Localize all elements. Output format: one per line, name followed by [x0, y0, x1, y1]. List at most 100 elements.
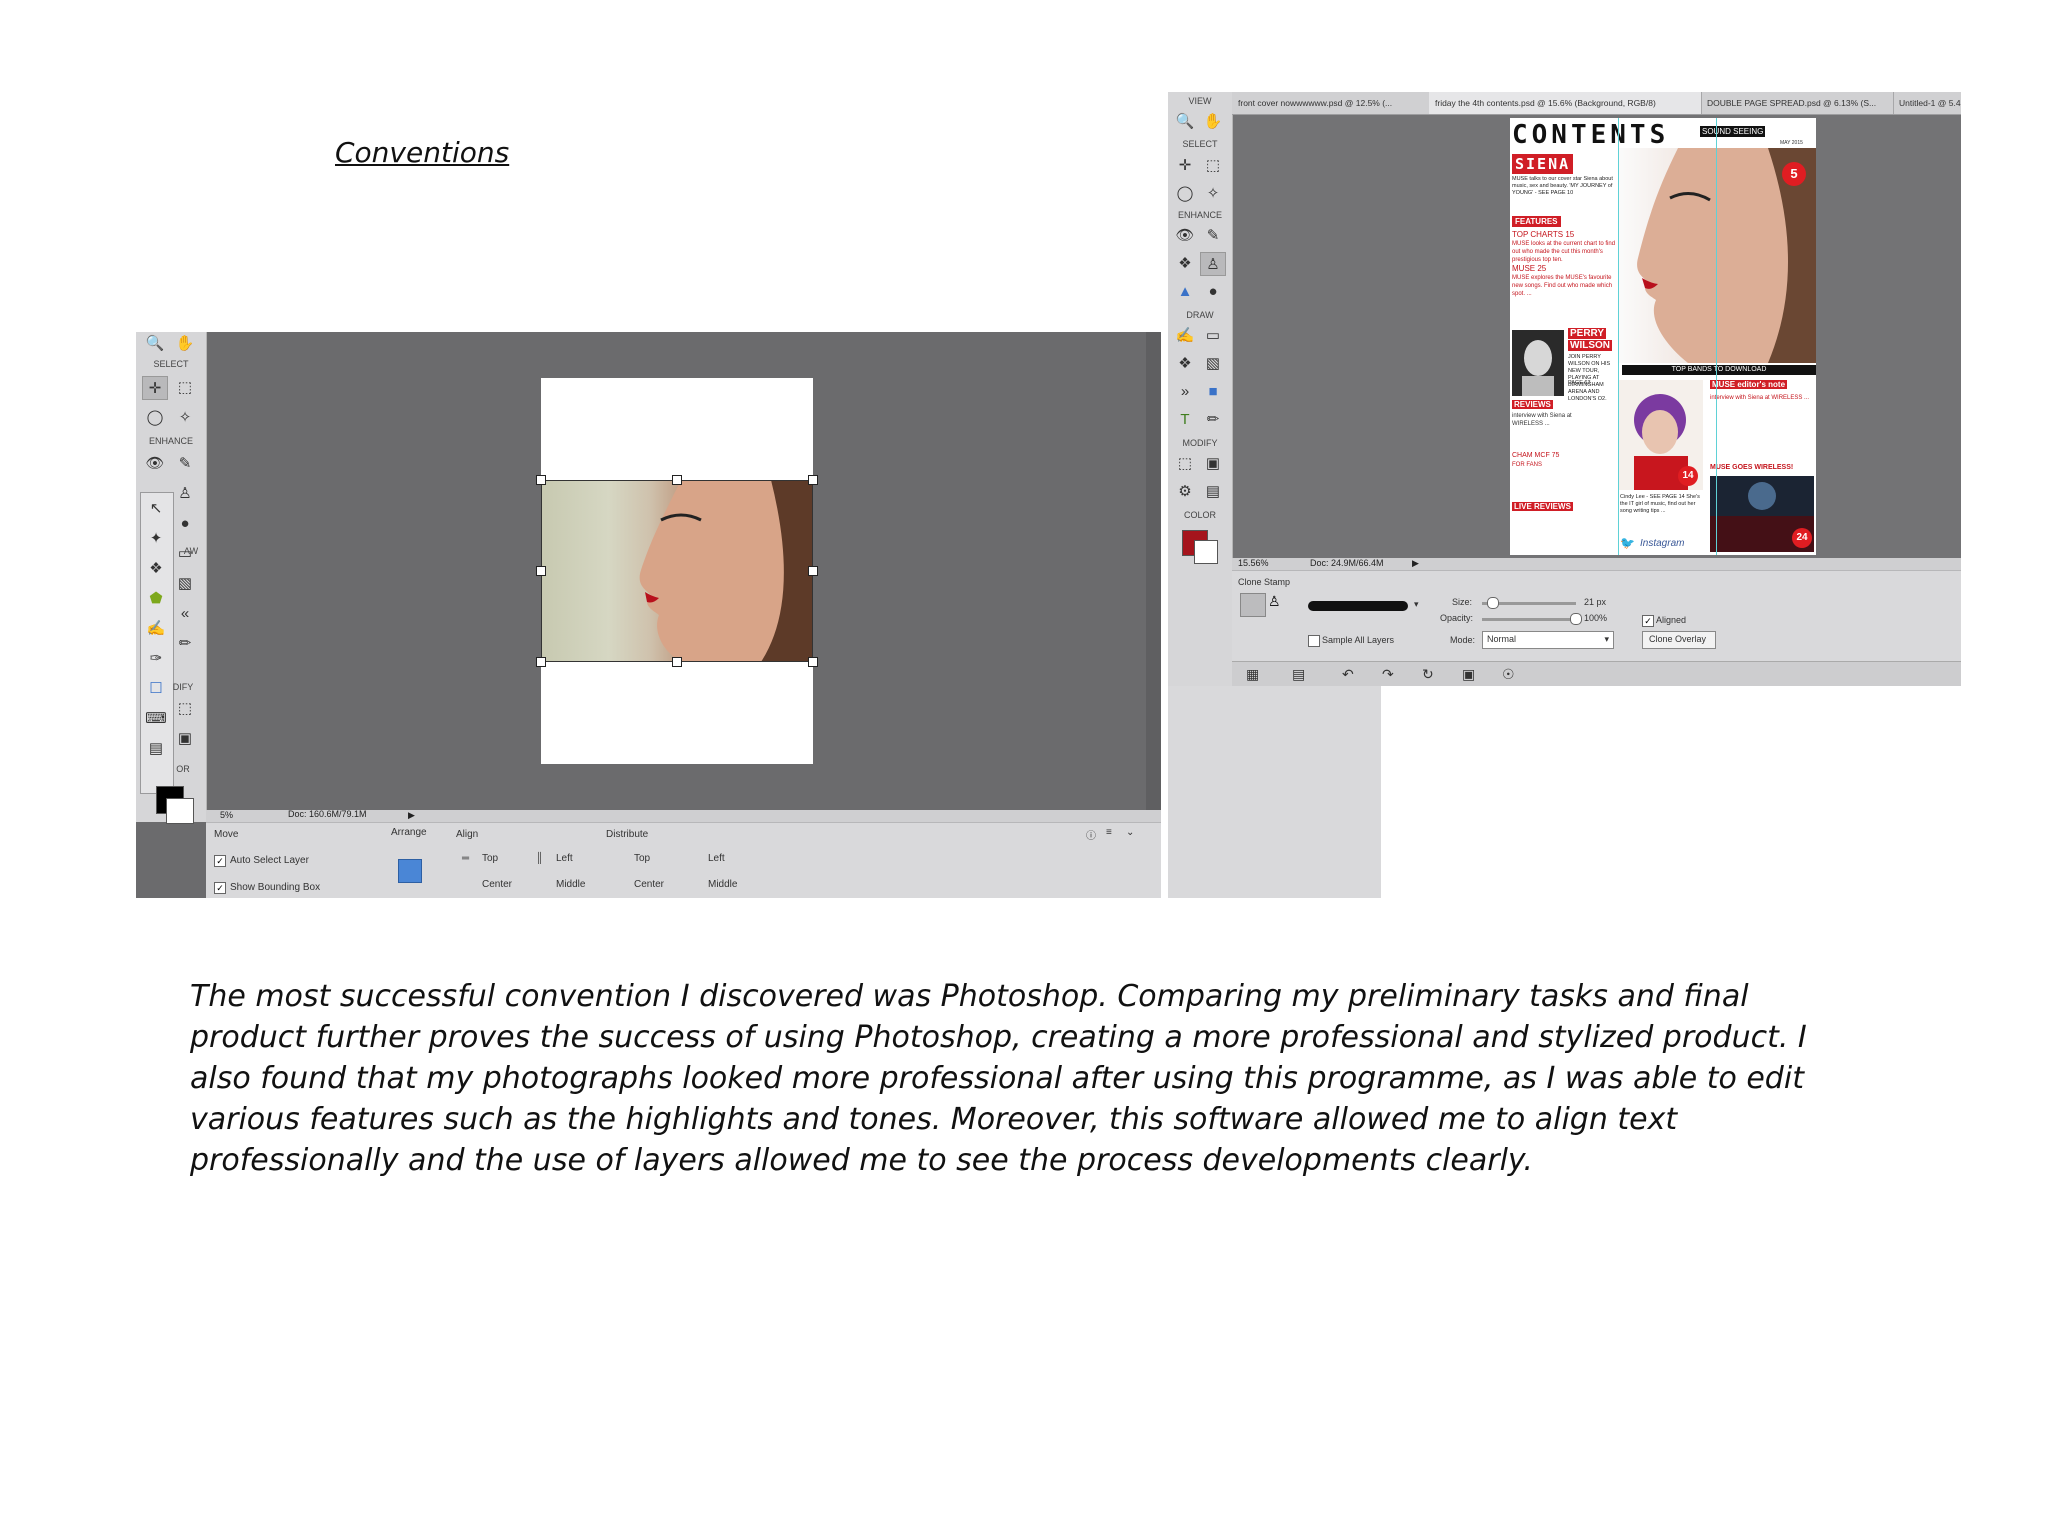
pencil-tool-icon[interactable]: ✏ [172, 632, 198, 656]
handle-top-left[interactable] [536, 475, 546, 485]
handle-middle-right[interactable] [808, 566, 818, 576]
gradient-tool-icon[interactable]: ▧ [1200, 352, 1226, 376]
clone-stamp-mode-icon[interactable] [1240, 593, 1266, 617]
pencil-tool-icon[interactable]: ✏ [1200, 408, 1226, 432]
panel-menu-icon[interactable]: ≡ [1106, 827, 1112, 838]
undo-icon[interactable]: ↶ [1342, 666, 1354, 683]
drop-tool-icon[interactable]: ▲ [1172, 280, 1198, 304]
dist-center-label[interactable]: Center [634, 879, 664, 890]
lasso-tool-icon[interactable]: ◯ [1172, 182, 1198, 206]
background-color-swatch[interactable] [1194, 540, 1218, 564]
marquee-tool-icon[interactable]: ⬚ [172, 376, 198, 400]
align-top-icon[interactable]: ═ [462, 853, 469, 864]
pattern-stamp-icon[interactable]: ♙ [1268, 593, 1281, 610]
sponge-tool-icon[interactable]: ● [172, 512, 198, 536]
arrow-select-icon[interactable]: ↖ [143, 497, 169, 521]
layout-icon[interactable]: ▣ [1462, 666, 1475, 683]
eraser-tool-icon[interactable]: ▭ [1200, 324, 1226, 348]
handle-top-center[interactable] [672, 475, 682, 485]
align-middle-label[interactable]: Middle [556, 879, 585, 890]
recompose-tool-icon[interactable]: ▣ [1200, 452, 1226, 476]
recompose-tool-icon[interactable]: ▣ [172, 727, 198, 751]
mode-select[interactable]: Normal ▾ [1482, 631, 1614, 649]
blur-tool-icon[interactable]: ❖ [1172, 252, 1198, 276]
dist-middle-label[interactable]: Middle [708, 879, 737, 890]
collapse-arrows-icon[interactable]: « [172, 602, 198, 626]
brush-dropdown-icon[interactable]: ▾ [1414, 599, 1419, 610]
move-tool-icon[interactable]: ✛ [142, 376, 168, 400]
organizer-icon[interactable]: ☉ [1502, 666, 1515, 683]
type-tool-icon[interactable]: T [1172, 408, 1198, 432]
green-shape-icon[interactable]: ⬟ [143, 587, 169, 611]
vertical-scrollbar[interactable] [1146, 332, 1161, 810]
note-icon[interactable]: ☐ [143, 677, 169, 701]
content-move-icon[interactable]: ▤ [1200, 480, 1226, 504]
tool-options-icon[interactable]: ▤ [1292, 666, 1305, 683]
gradient-tool-icon[interactable]: ▧ [172, 572, 198, 596]
brush-tool-icon[interactable]: ✍ [1172, 324, 1198, 348]
align-left-label[interactable]: Left [556, 853, 573, 864]
shape-tool-icon[interactable]: ■ [1200, 380, 1226, 404]
hand-tool-icon[interactable]: ✋ [172, 332, 198, 356]
marquee-tool-icon[interactable]: ⬚ [1200, 154, 1226, 178]
rotate-icon[interactable]: ↻ [1422, 666, 1434, 683]
handle-bottom-center[interactable] [672, 657, 682, 667]
bounding-box[interactable] [541, 480, 813, 662]
eraser-brush-icon[interactable]: ✑ [143, 647, 169, 671]
tab-double-page-spread[interactable]: DOUBLE PAGE SPREAD.psd @ 6.13% (S... [1701, 92, 1894, 114]
clone-overlay-button[interactable]: Clone Overlay [1642, 631, 1716, 649]
red-eye-tool-icon[interactable]: 👁 [142, 452, 168, 476]
smudge-icon[interactable]: ✍ [143, 617, 169, 641]
tab-front-cover[interactable]: front cover nowwwwww.psd @ 12.5% (... [1232, 92, 1430, 114]
paint-bucket-icon[interactable]: ❖ [143, 557, 169, 581]
photo-bin-icon[interactable]: ▦ [1246, 666, 1259, 683]
zoom-tool-icon[interactable]: 🔍 [142, 332, 168, 356]
status-arrow-icon[interactable]: ▶ [408, 810, 415, 821]
aligned-checkbox[interactable]: ✓ [1642, 615, 1654, 627]
zoom-tool-icon[interactable]: 🔍 [1172, 110, 1198, 134]
red-eye-tool-icon[interactable]: 👁 [1172, 224, 1198, 248]
background-color-swatch[interactable] [166, 798, 194, 824]
brush-preview[interactable] [1308, 601, 1408, 611]
align-center-label[interactable]: Center [482, 879, 512, 890]
status-arrow-icon[interactable]: ▶ [1412, 558, 1419, 569]
handle-bottom-left[interactable] [536, 657, 546, 667]
collapse-arrows-icon[interactable]: » [1172, 380, 1198, 404]
help-icon[interactable]: ⓘ [1086, 827, 1096, 842]
blue-tool-icon[interactable]: ✦ [143, 527, 169, 551]
quick-select-tool-icon[interactable]: ✧ [1200, 182, 1226, 206]
crop-tool-icon[interactable]: ⬚ [1172, 452, 1198, 476]
healing-brush-icon[interactable]: ✎ [1200, 224, 1226, 248]
clone-stamp-icon[interactable]: ♙ [172, 482, 198, 506]
move-tool-icon[interactable]: ✛ [1172, 154, 1198, 178]
paint-bucket-icon[interactable]: ❖ [1172, 352, 1198, 376]
chevron-down-icon[interactable]: ⌄ [1126, 827, 1134, 838]
hand-tool-icon[interactable]: ✋ [1200, 110, 1226, 134]
sample-all-checkbox[interactable] [1308, 635, 1320, 647]
redo-icon[interactable]: ↷ [1382, 666, 1394, 683]
dist-top-label[interactable]: Top [634, 853, 650, 864]
clone-stamp-icon[interactable]: ♙ [1200, 252, 1226, 276]
opacity-slider[interactable] [1482, 618, 1576, 621]
align-top-label[interactable]: Top [482, 853, 498, 864]
dist-left-label[interactable]: Left [708, 853, 725, 864]
crop-tool-icon[interactable]: ⬚ [172, 697, 198, 721]
opacity-slider-thumb[interactable] [1570, 613, 1582, 625]
tab-untitled[interactable]: Untitled-1 @ 5.4 [1893, 92, 1961, 114]
layers-icon[interactable]: ▤ [143, 737, 169, 761]
lasso-tool-icon[interactable]: ◯ [142, 406, 168, 430]
quick-select-tool-icon[interactable]: ✧ [172, 406, 198, 430]
straighten-tool-icon[interactable]: ⚙ [1172, 480, 1198, 504]
tab-contents[interactable]: friday the 4th contents.psd @ 15.6% (Bac… [1429, 92, 1702, 114]
show-bounding-checkbox[interactable]: ✓ [214, 882, 226, 894]
contents-page-canvas[interactable]: CONTENTS SOUND SEEING MAY 2015 5 SIENA M… [1510, 118, 1816, 555]
handle-bottom-right[interactable] [808, 657, 818, 667]
sponge-tool-icon[interactable]: ● [1200, 280, 1226, 304]
align-left-icon[interactable]: ║ [536, 853, 543, 864]
auto-select-checkbox[interactable]: ✓ [214, 855, 226, 867]
arrange-icon[interactable] [398, 859, 422, 883]
handle-top-right[interactable] [808, 475, 818, 485]
keyboard-icon[interactable]: ⌨ [143, 707, 169, 731]
healing-brush-icon[interactable]: ✎ [172, 452, 198, 476]
size-slider-thumb[interactable] [1487, 597, 1499, 609]
